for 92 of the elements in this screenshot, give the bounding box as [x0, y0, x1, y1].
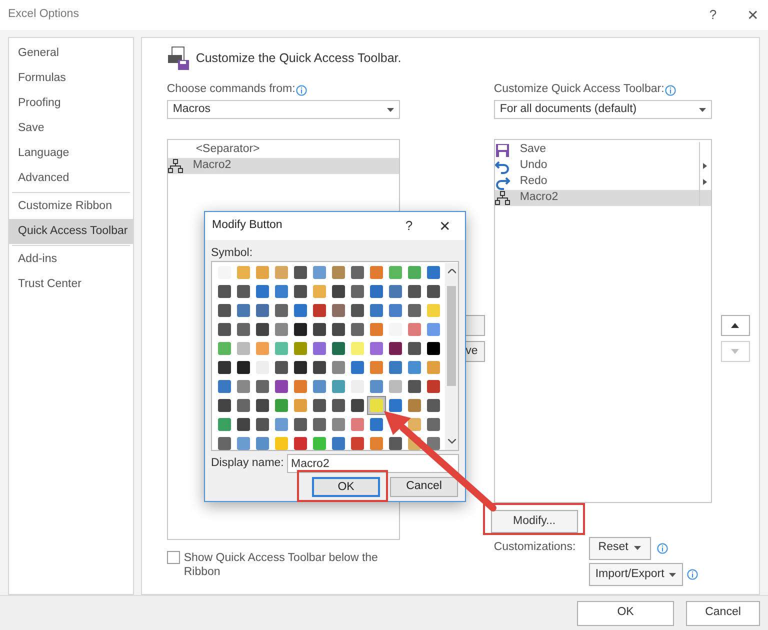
- sidebar-item[interactable]: Proofing: [9, 91, 133, 116]
- symbol-button[interactable]: [405, 377, 424, 396]
- symbol-button[interactable]: [272, 358, 291, 377]
- info-icon: [686, 569, 698, 580]
- symbol-button[interactable]: [234, 282, 253, 301]
- scroll-up-icon[interactable]: [448, 269, 456, 274]
- symbol-button[interactable]: [291, 282, 310, 301]
- symbol-button[interactable]: [215, 358, 234, 377]
- symbol-button[interactable]: [310, 358, 329, 377]
- list-item[interactable]: Macro2: [494, 190, 711, 206]
- symbol-button[interactable]: [348, 396, 367, 415]
- field-label: Choose commands from:: [166, 82, 296, 98]
- symbol-button[interactable]: [386, 339, 405, 358]
- symbol-button[interactable]: [329, 282, 348, 301]
- sidebar-item[interactable]: Advanced: [9, 166, 133, 191]
- symbol-button[interactable]: [253, 320, 272, 339]
- ok-button[interactable]: OK: [577, 600, 674, 626]
- flowchart-icon: [494, 190, 510, 206]
- sidebar-item[interactable]: Formulas: [9, 66, 133, 91]
- info-icon: [296, 84, 308, 96]
- close-button[interactable]: ✕: [433, 216, 457, 236]
- down-triangle-icon: [731, 349, 740, 354]
- ok-button[interactable]: OK: [312, 477, 380, 497]
- info-icon: [656, 542, 668, 554]
- checkbox[interactable]: [166, 551, 180, 564]
- info-icon: [665, 84, 676, 96]
- caret-icon: [634, 546, 642, 550]
- reset-button[interactable]: Reset: [588, 536, 651, 560]
- section-heading: Customize the Quick Access Toolbar.: [196, 50, 402, 67]
- caret-icon: [386, 108, 394, 112]
- scrollbar[interactable]: [445, 263, 458, 450]
- list-item[interactable]: Save: [494, 142, 711, 158]
- cancel-button[interactable]: Cancel: [390, 477, 458, 497]
- up-triangle-icon: [731, 323, 740, 328]
- symbol-button[interactable]: [253, 396, 272, 415]
- cancel-button[interactable]: Cancel: [686, 600, 760, 626]
- field-label: Customizations:: [494, 540, 577, 556]
- scroll-down-icon[interactable]: [448, 439, 456, 444]
- move-up-button[interactable]: [720, 315, 750, 336]
- sidebar-item[interactable]: Trust Center: [9, 272, 133, 297]
- symbol-button[interactable]: [386, 434, 405, 453]
- symbol-button[interactable]: [329, 396, 348, 415]
- close-button[interactable]: ✕: [738, 4, 768, 26]
- field-label: Display name:: [211, 456, 285, 471]
- sidebar-item[interactable]: Language: [9, 141, 133, 166]
- symbol-button[interactable]: [253, 415, 272, 434]
- symbol-button[interactable]: [234, 358, 253, 377]
- import-export-button[interactable]: Import/Export: [588, 563, 683, 586]
- list-item[interactable]: Undo: [494, 158, 711, 174]
- list-item[interactable]: <Separator>: [168, 142, 399, 158]
- undo-icon: [494, 158, 510, 174]
- caret-icon: [698, 108, 706, 112]
- field-label: Customize Quick Access Toolbar:: [494, 82, 664, 98]
- list-item[interactable]: Macro2: [168, 158, 399, 174]
- redo-icon: [494, 174, 510, 190]
- checkbox-label: Show Quick Access Toolbar below the Ribbon: [184, 551, 379, 579]
- printer-disk-icon: [166, 46, 190, 70]
- symbol-button[interactable]: [215, 396, 234, 415]
- symbol-button[interactable]: [424, 396, 443, 415]
- symbol-button[interactable]: [215, 282, 234, 301]
- help-button[interactable]: ?: [399, 216, 419, 236]
- window-title: Excel Options: [8, 7, 80, 22]
- dialog-title: Modify Button: [212, 218, 284, 234]
- symbol-button[interactable]: [215, 301, 234, 320]
- symbol-button[interactable]: [310, 320, 329, 339]
- sidebar-item[interactable]: Customize Ribbon: [9, 194, 133, 219]
- sidebar-item[interactable]: Quick Access Toolbar: [9, 219, 133, 244]
- symbol-button[interactable]: [329, 320, 348, 339]
- symbol-button[interactable]: [291, 358, 310, 377]
- symbol-button[interactable]: [424, 339, 443, 358]
- symbol-button[interactable]: [234, 415, 253, 434]
- modify-button[interactable]: Modify...: [490, 510, 578, 533]
- caret-icon: [669, 572, 676, 576]
- symbol-button[interactable]: [291, 415, 310, 434]
- symbol-button[interactable]: [424, 282, 443, 301]
- symbol-button[interactable]: [215, 320, 234, 339]
- symbol-button[interactable]: [348, 301, 367, 320]
- toolbar-scope-dropdown[interactable]: For all documents (default): [494, 100, 712, 119]
- flowchart-icon: [168, 158, 183, 174]
- commands-dropdown[interactable]: Macros: [166, 100, 400, 119]
- symbol-button[interactable]: [405, 282, 424, 301]
- symbol-button[interactable]: [329, 339, 348, 358]
- symbol-button[interactable]: [405, 339, 424, 358]
- scroll-thumb[interactable]: [447, 286, 456, 386]
- symbol-button[interactable]: [291, 320, 310, 339]
- symbol-button[interactable]: [291, 263, 310, 282]
- sidebar-item[interactable]: Add-ins: [9, 247, 133, 272]
- field-label: Symbol:: [211, 246, 254, 261]
- help-button[interactable]: ?: [700, 5, 726, 25]
- symbol-button[interactable]: [310, 396, 329, 415]
- sidebar-item[interactable]: General: [9, 41, 133, 66]
- sidebar-item[interactable]: Save: [9, 116, 133, 141]
